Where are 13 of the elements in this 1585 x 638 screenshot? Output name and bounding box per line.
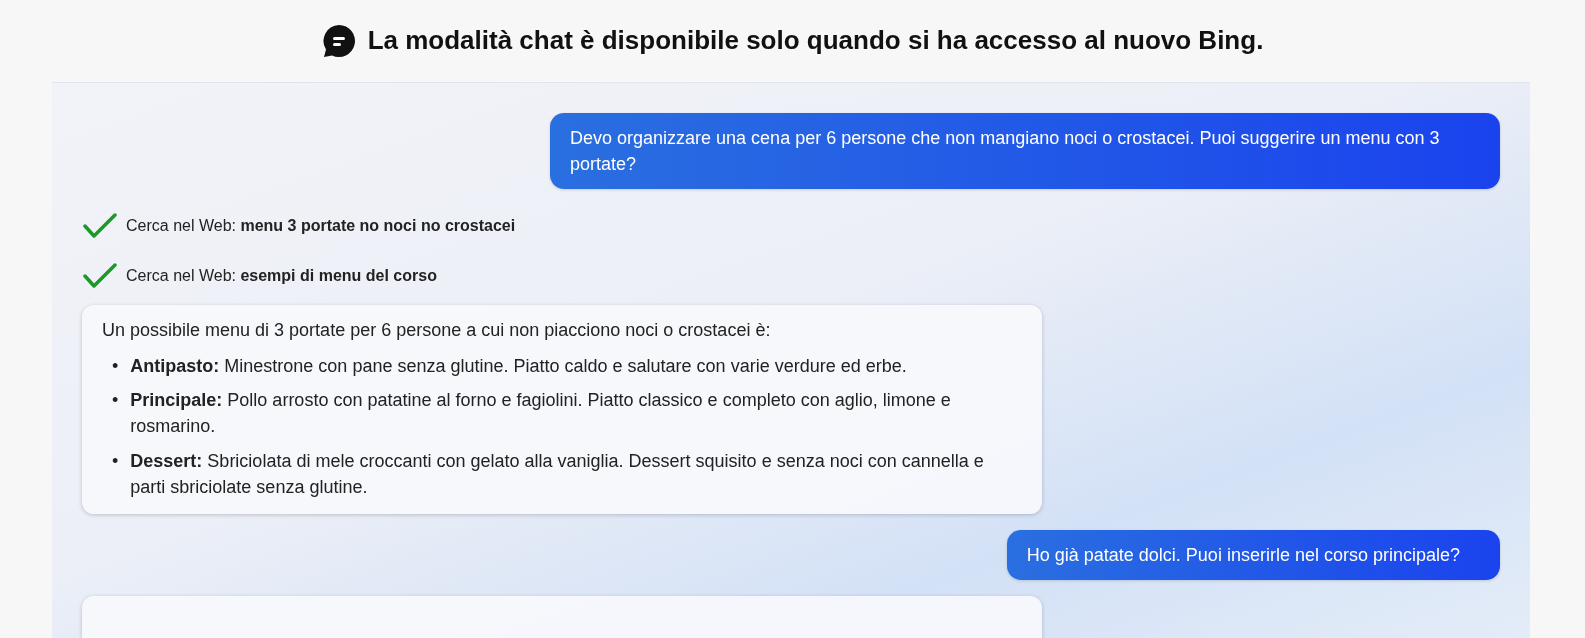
bullet: •	[112, 449, 119, 473]
search-status-text: Cerca nel Web: menu 3 portate no noci no crostacei	[126, 216, 516, 237]
page-title: La modalità chat è disponibile solo quando si ha accesso al nuovo Bing.	[367, 25, 1264, 57]
bullet: •	[112, 355, 119, 379]
search-status-text: Cerca nel Web: esempi di menu del corso	[126, 266, 437, 287]
user-message-bubble: Devo organizzare una cena per 6 persone che non mangiano noci o crostacei. Puoi suggerire un menu con 3 portate?	[550, 113, 1500, 190]
list-item-text: Principale: Pollo arrosto con patatine al forno e fagiolini. Piatto classico e completo con aglio, limone e rosmarino.	[130, 389, 952, 439]
list-item-text: Antipasto: Minestrone con pane senza glutine. Piatto caldo e salutare con varie verdure ed erbe.	[130, 355, 907, 379]
bullet: •	[112, 389, 119, 413]
user-message-bubble: Ho già patate dolci. Puoi inserirle nel corso principale?	[1006, 529, 1500, 580]
list-item-text: Dessert: Sbriciolata di mele croccanti con gelato alla vaniglia. Dessert squisito e senza noci con cannella e parti sbriciolate senza glutine.	[130, 449, 985, 499]
chat-icon	[321, 24, 356, 58]
message-text: Un possibile menu di 3 portate per 6 persone a cui non piacciono noci o crostacei è:	[102, 319, 772, 343]
